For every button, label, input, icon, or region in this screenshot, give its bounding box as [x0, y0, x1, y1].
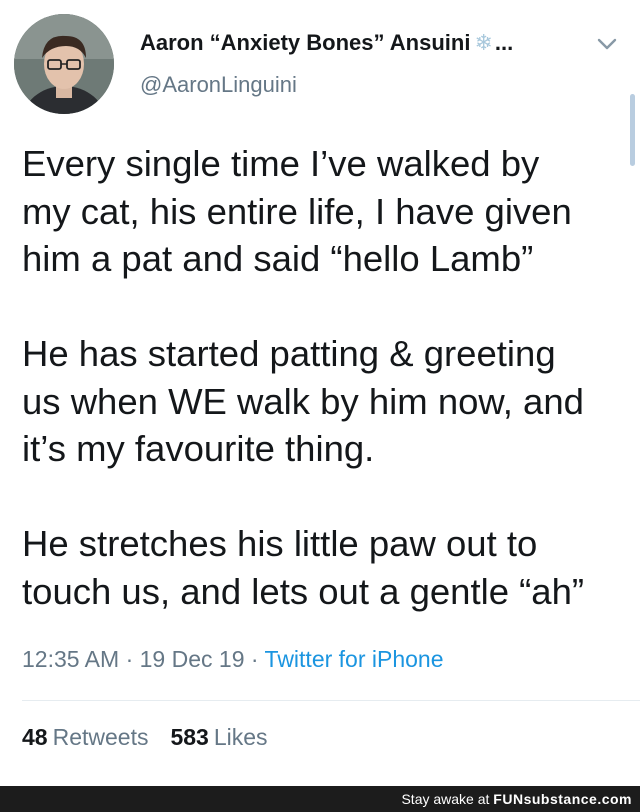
meta-separator: ·	[125, 646, 134, 672]
avatar[interactable]	[14, 14, 114, 114]
tweet-paragraph: Every single time I’ve walked by my cat,…	[22, 140, 634, 283]
tweet-line: it’s my favourite thing.	[22, 428, 375, 469]
divider	[22, 700, 640, 701]
tweet-time[interactable]: 12:35 AM	[22, 646, 119, 672]
likes-stat[interactable]: 583 Likes	[170, 724, 267, 750]
tweet-source-link[interactable]: Twitter for iPhone	[265, 646, 444, 672]
tweet-paragraph: He stretches his little paw out to touch…	[22, 520, 634, 615]
tweet-date[interactable]: 19 Dec 19	[140, 646, 245, 672]
tweet-stats: 48 Retweets 583 Likes	[22, 724, 268, 751]
tweet-text: Every single time I’ve walked by my cat,…	[22, 140, 634, 615]
meta-separator: ·	[250, 646, 259, 672]
tweet-line: touch us, and lets out a gentle “ah”	[22, 570, 585, 612]
author-name-text: Aaron “Anxiety Bones” Ansuini	[140, 30, 471, 55]
name-truncation: ...	[494, 30, 514, 55]
retweets-label: Retweets	[52, 724, 149, 750]
tweet-line: us when WE walk by him now, and	[22, 380, 584, 422]
snowflake-icon: ❄	[474, 30, 493, 55]
tweet-paragraph: He has started patting & greeting us whe…	[22, 330, 634, 473]
tweet-line: him a pat and said “hello Lamb”	[22, 238, 534, 279]
tweet-line: He stretches his little paw out to	[22, 523, 538, 564]
likes-count: 583	[170, 724, 209, 750]
tweet-line: my cat, his entire life, I have given	[22, 190, 572, 232]
retweets-count: 48	[22, 724, 48, 750]
author-handle[interactable]: @AaronLinguini	[140, 72, 297, 98]
watermark-brand: FUNsubstance.com	[493, 791, 632, 807]
likes-label: Likes	[213, 724, 268, 750]
tweet-line: Every single time I’ve walked by	[22, 143, 540, 184]
retweets-stat[interactable]: 48 Retweets	[22, 724, 148, 750]
author-display-name[interactable]: Aaron “Anxiety Bones” Ansuini ❄...	[140, 30, 513, 56]
profile-photo-icon	[14, 14, 114, 114]
watermark-prefix: Stay awake at	[401, 791, 490, 807]
tweet-line: He has started patting & greeting	[22, 333, 556, 374]
watermark-bar: Stay awake at FUNsubstance.com	[0, 786, 640, 812]
chevron-down-icon[interactable]	[594, 34, 620, 54]
tweet-meta: 12:35 AM · 19 Dec 19 · Twitter for iPhon…	[22, 646, 444, 673]
